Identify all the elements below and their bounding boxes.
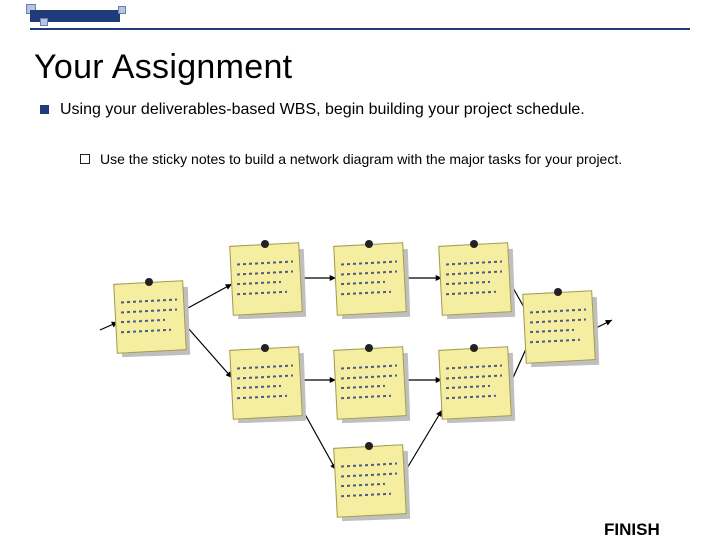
pushpin-icon: [554, 288, 562, 296]
pushpin-icon: [261, 240, 269, 248]
sticky-note: [115, 282, 191, 358]
header-accent: [0, 0, 720, 28]
pushpin-icon: [365, 240, 373, 248]
divider: [30, 28, 690, 30]
sticky-note: [335, 446, 411, 522]
pushpin-icon: [470, 240, 478, 248]
sticky-note: [524, 292, 600, 368]
sticky-note: [335, 348, 411, 424]
pushpin-icon: [365, 442, 373, 450]
finish-label: FINISH: [604, 520, 660, 540]
bullet-level-2: Use the sticky notes to build a network …: [100, 150, 660, 168]
sticky-note: [231, 244, 307, 320]
pushpin-icon: [365, 344, 373, 352]
sticky-note: [335, 244, 411, 320]
accent-square-icon: [40, 18, 48, 26]
slide: Your Assignment Using your deliverables-…: [0, 0, 720, 540]
accent-square-icon: [118, 6, 126, 14]
bullet-level-1: Using your deliverables-based WBS, begin…: [60, 100, 660, 121]
sticky-note: [440, 348, 516, 424]
slide-title: Your Assignment: [34, 48, 292, 87]
pushpin-icon: [261, 344, 269, 352]
sticky-note: [440, 244, 516, 320]
pushpin-icon: [145, 278, 153, 286]
diagram-canvas: START FINISH: [0, 220, 720, 520]
sticky-note: [231, 348, 307, 424]
pushpin-icon: [470, 344, 478, 352]
